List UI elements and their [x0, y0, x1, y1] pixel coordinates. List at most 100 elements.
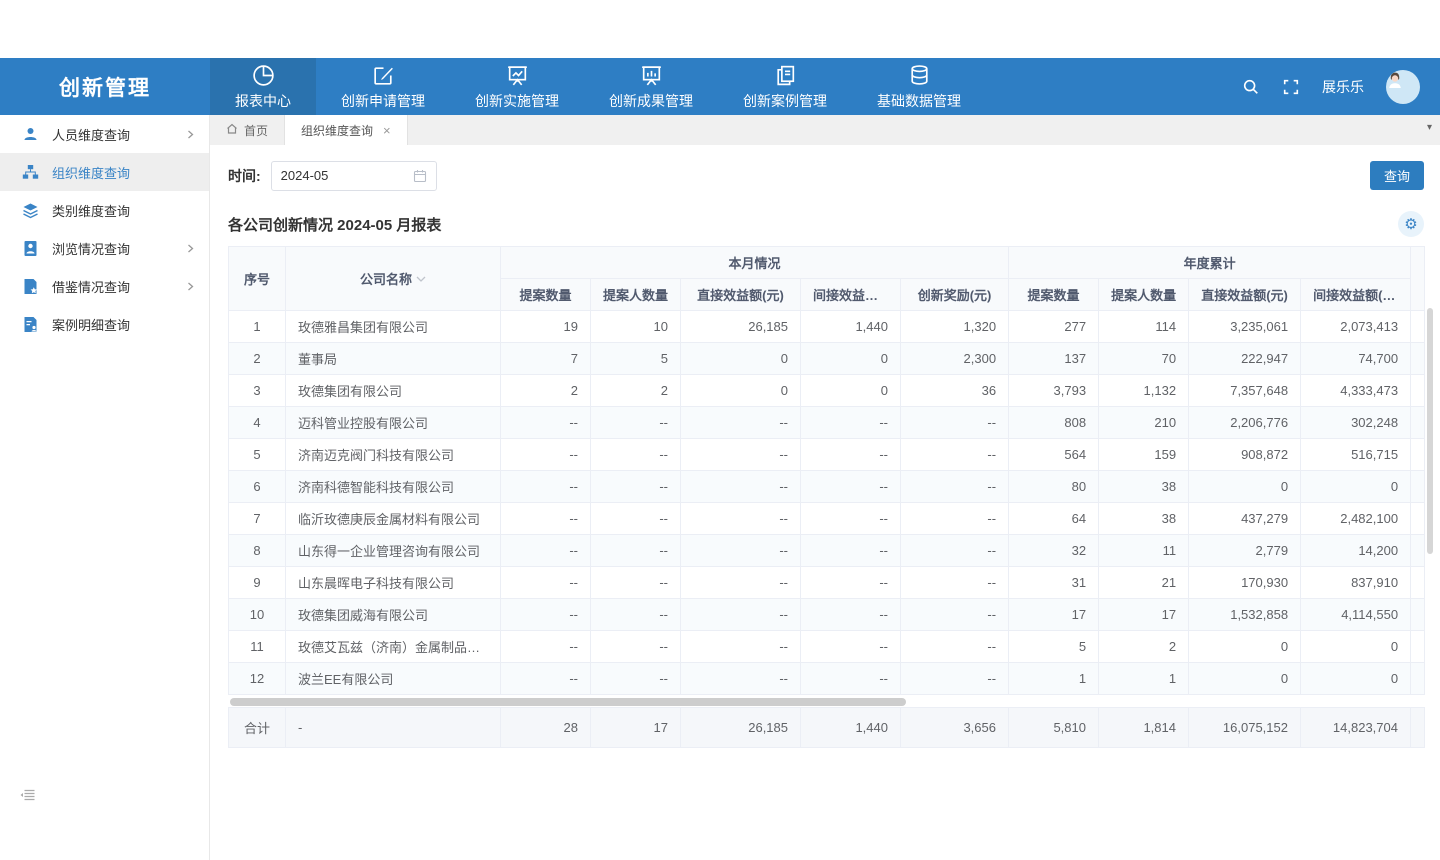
- gear-icon[interactable]: ⚙: [1398, 211, 1424, 237]
- table-cell: 1,440: [801, 311, 901, 343]
- navbar-right: 展乐乐: [1242, 58, 1440, 115]
- table-cell: 2: [229, 343, 286, 375]
- table-cell: 114: [1099, 311, 1189, 343]
- table-cell: --: [501, 535, 591, 567]
- table-cell: --: [591, 631, 681, 663]
- time-input[interactable]: 2024-05: [271, 161, 437, 191]
- col-header: 提案人数量: [591, 279, 681, 311]
- table-cell: 6: [229, 471, 286, 503]
- nav-item-achievement-mgmt[interactable]: 创新成果管理: [584, 58, 718, 115]
- top-navbar: 创新管理 报表中心 创新申请管理 创新实施管理 创新成果管理: [0, 58, 1440, 115]
- fullscreen-icon[interactable]: [1282, 78, 1300, 96]
- table-cell: 4,333,473: [1301, 375, 1411, 407]
- table-cell: --: [801, 663, 901, 695]
- table-cell: 38: [1099, 471, 1189, 503]
- table-cell: 临沂玫德庚辰金属材料有限公司: [286, 503, 501, 535]
- table-cell: --: [591, 471, 681, 503]
- table-cell: 山东晨晖电子科技有限公司: [286, 567, 501, 599]
- pie-chart-icon: [251, 63, 276, 88]
- nav-item-case-mgmt[interactable]: 创新案例管理: [718, 58, 852, 115]
- table-cell: --: [801, 631, 901, 663]
- table-row: 8山东得一企业管理咨询有限公司----------32112,77914,200: [229, 535, 1425, 567]
- table-cell: --: [591, 439, 681, 471]
- table-cell: 波兰EE有限公司: [286, 663, 501, 695]
- sidebar-item-org-dimension[interactable]: 组织维度查询: [0, 153, 209, 191]
- table-cell: 437,279: [1189, 503, 1301, 535]
- table-row: 10玫德集团威海有限公司----------17171,532,8584,114…: [229, 599, 1425, 631]
- time-label: 时间:: [228, 166, 261, 186]
- search-icon[interactable]: [1242, 78, 1260, 96]
- table-cell: --: [901, 439, 1009, 471]
- col-header-company[interactable]: 公司名称: [286, 247, 501, 311]
- table-body: 1玫德雅昌集团有限公司191026,1851,4401,3202771143,2…: [229, 311, 1425, 695]
- tab-home[interactable]: 首页: [210, 115, 285, 145]
- horizontal-scrollbar-thumb[interactable]: [230, 698, 906, 706]
- tab-org-dimension-query[interactable]: 组织维度查询 ×: [285, 115, 408, 145]
- table-cell: [1411, 567, 1425, 599]
- total-cell: 3,656: [901, 708, 1009, 748]
- table-cell: --: [901, 471, 1009, 503]
- sidebar-item-category-dimension[interactable]: 类别维度查询: [0, 191, 209, 229]
- table-cell: 4,114,550: [1301, 599, 1411, 631]
- nav-item-base-data-mgmt[interactable]: 基础数据管理: [852, 58, 986, 115]
- total-cell-extra: [1411, 708, 1425, 748]
- table-cell: 26,185: [681, 311, 801, 343]
- table-row: 7临沂玫德庚辰金属材料有限公司----------6438437,2792,48…: [229, 503, 1425, 535]
- table-cell: --: [501, 471, 591, 503]
- sidebar-item-reference-status[interactable]: 借鉴情况查询: [0, 267, 209, 305]
- table-cell: --: [681, 663, 801, 695]
- nav-item-report-center[interactable]: 报表中心: [210, 58, 316, 115]
- table-cell: 9: [229, 567, 286, 599]
- col-header-index: 序号: [229, 247, 286, 311]
- table-cell: 1: [229, 311, 286, 343]
- table-cell: 3,793: [1009, 375, 1099, 407]
- nav-item-implementation-mgmt[interactable]: 创新实施管理: [450, 58, 584, 115]
- table-cell: 14,200: [1301, 535, 1411, 567]
- report-table: 序号 公司名称 本月情况 年度累计 提案数量 提案人数量 直接效益额(元) 间接…: [228, 246, 1425, 695]
- sidebar-collapse-icon[interactable]: [20, 789, 35, 802]
- table-cell: --: [801, 535, 901, 567]
- table-cell: --: [681, 567, 801, 599]
- nav-item-application-mgmt[interactable]: 创新申请管理: [316, 58, 450, 115]
- sidebar-item-label: 借鉴情况查询: [52, 277, 130, 296]
- col-header: 提案人数量: [1099, 279, 1189, 311]
- table-cell: 2: [1099, 631, 1189, 663]
- table-cell: 12: [229, 663, 286, 695]
- chevron-right-icon: [186, 130, 195, 139]
- table-row: 2董事局75002,30013770222,94774,700: [229, 343, 1425, 375]
- table-cell: 2,779: [1189, 535, 1301, 567]
- table-cell: 5: [591, 343, 681, 375]
- badge-icon: [22, 240, 39, 257]
- table-cell: 17: [1099, 599, 1189, 631]
- table-cell: 7,357,648: [1189, 375, 1301, 407]
- avatar[interactable]: [1386, 70, 1420, 104]
- table-cell: 0: [1189, 663, 1301, 695]
- table-cell: --: [901, 503, 1009, 535]
- table-cell: --: [591, 663, 681, 695]
- sidebar-item-label: 人员维度查询: [52, 125, 130, 144]
- sidebar-item-browse-status[interactable]: 浏览情况查询: [0, 229, 209, 267]
- col-header-company-label: 公司名称: [360, 272, 412, 287]
- table-cell: 908,872: [1189, 439, 1301, 471]
- sidebar-item-person-dimension[interactable]: 人员维度查询: [0, 115, 209, 153]
- table-cell: 564: [1009, 439, 1099, 471]
- table-cell: 0: [1189, 631, 1301, 663]
- nav-item-label: 创新案例管理: [743, 91, 827, 111]
- table-cell: [1411, 663, 1425, 695]
- tab-label: 首页: [244, 122, 268, 139]
- sidebar-item-case-detail[interactable]: 案例明细查询: [0, 305, 209, 343]
- query-button[interactable]: 查询: [1370, 161, 1424, 190]
- table-cell: --: [801, 439, 901, 471]
- table-cell: 1,132: [1099, 375, 1189, 407]
- username[interactable]: 展乐乐: [1322, 77, 1364, 97]
- chevron-down-icon[interactable]: ▾: [1427, 122, 1432, 133]
- table-cell: --: [801, 471, 901, 503]
- col-header: 直接效益额(元): [681, 279, 801, 311]
- table-cell: 21: [1099, 567, 1189, 599]
- table-cell: --: [681, 503, 801, 535]
- table-cell: 8: [229, 535, 286, 567]
- close-icon[interactable]: ×: [383, 123, 391, 138]
- table-cell: 0: [1301, 663, 1411, 695]
- vertical-scrollbar-thumb[interactable]: [1427, 308, 1433, 554]
- home-icon: [226, 123, 238, 138]
